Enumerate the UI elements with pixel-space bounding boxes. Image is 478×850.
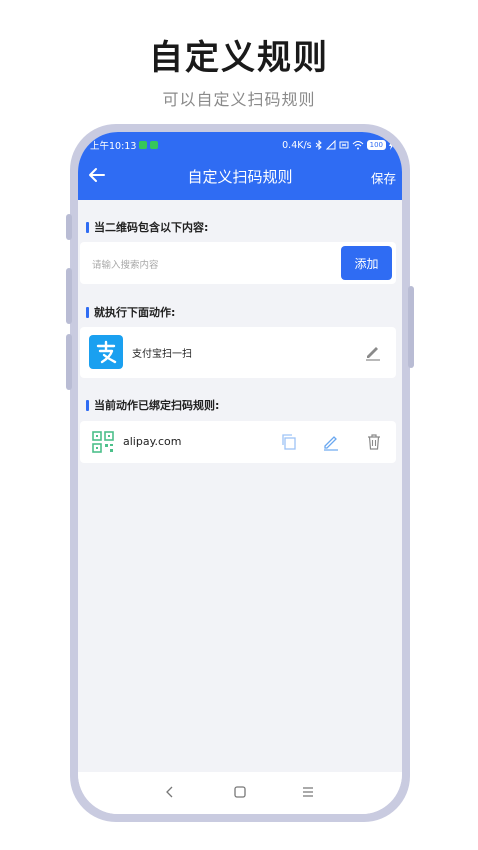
app-header: 上午10:13 0.4K/s 100 自定义扫码规则 保存 [78, 132, 402, 200]
add-button[interactable]: 添加 [341, 246, 392, 280]
section-marker [86, 399, 89, 411]
section-label-text: 就执行下面动作: [94, 306, 176, 319]
edit-icon[interactable] [364, 343, 382, 361]
promo-title: 自定义规则 [149, 38, 329, 78]
section-label-action: 就执行下面动作: [86, 304, 175, 320]
qr-code-icon [92, 431, 114, 453]
copy-icon[interactable] [280, 433, 298, 451]
section-marker [86, 306, 89, 318]
section-label-text: 当前动作已绑定扫码规则: [94, 399, 220, 412]
rule-text: alipay.com [123, 435, 182, 448]
sim-icon [339, 141, 349, 149]
notification-icon [150, 141, 159, 149]
network-speed: 0.4K/s [282, 139, 312, 151]
trash-icon[interactable] [365, 433, 383, 451]
system-nav-bar [78, 772, 402, 814]
signal-icon [325, 140, 336, 150]
phone-side-button [408, 286, 414, 368]
alipay-icon [89, 335, 123, 369]
page-title: 自定义扫码规则 [187, 168, 293, 186]
search-card: 添加 [80, 242, 396, 284]
section-label-rules: 当前动作已绑定扫码规则: [86, 397, 219, 413]
save-button[interactable]: 保存 [371, 168, 396, 187]
section-label-text: 当二维码包含以下内容: [94, 221, 209, 234]
notification-icon [139, 141, 148, 149]
section-label-match: 当二维码包含以下内容: [86, 219, 208, 235]
action-card[interactable]: 支付宝扫一扫 [80, 327, 396, 378]
phone-screen: 上午10:13 0.4K/s 100 自定义扫码规则 保存 当二维码包含以下内容… [78, 132, 402, 814]
bluetooth-icon [315, 140, 322, 150]
phone-side-button [66, 214, 72, 240]
nav-home-icon[interactable] [232, 784, 248, 800]
battery-icon: 100 [366, 140, 386, 150]
wifi-icon [352, 141, 363, 150]
status-bar: 上午10:13 0.4K/s 100 [90, 138, 394, 152]
action-name: 支付宝扫一扫 [132, 349, 192, 360]
edit-icon[interactable] [322, 433, 340, 451]
nav-menu-icon[interactable] [300, 784, 316, 800]
rule-card: alipay.com [80, 421, 396, 463]
phone-side-button [66, 334, 72, 390]
nav-back-icon[interactable] [162, 784, 178, 800]
charging-icon [389, 140, 394, 150]
search-input[interactable] [90, 254, 334, 276]
phone-side-button [66, 268, 72, 324]
promo-subtitle: 可以自定义扫码规则 [162, 90, 316, 109]
section-marker [86, 221, 89, 233]
status-time: 上午10:13 [90, 141, 137, 152]
